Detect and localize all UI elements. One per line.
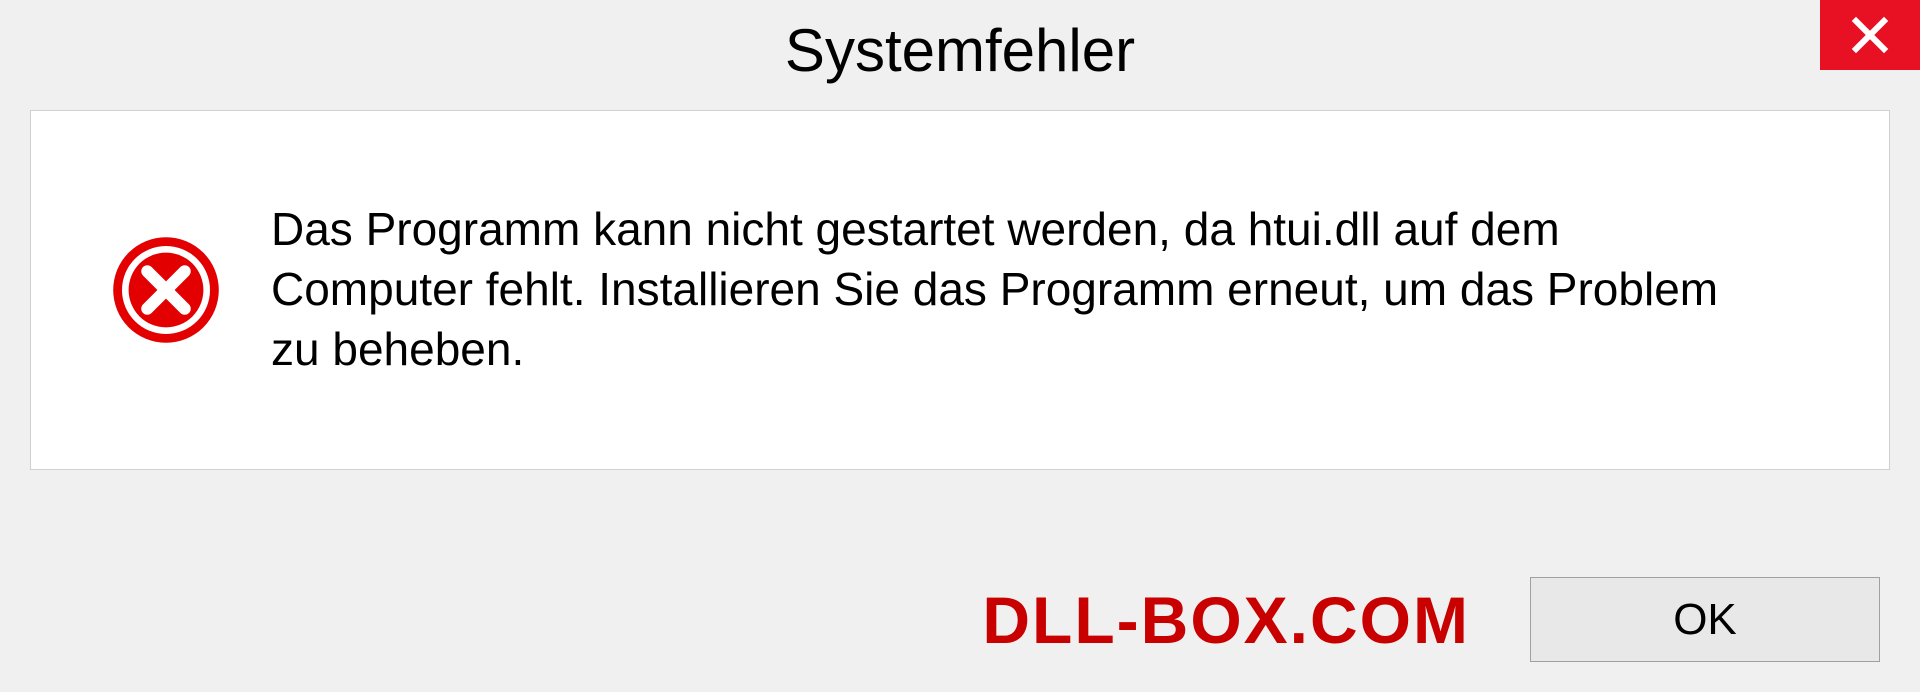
dialog-title: Systemfehler bbox=[785, 16, 1135, 85]
close-button[interactable] bbox=[1820, 0, 1920, 70]
watermark-text: DLL-BOX.COM bbox=[982, 582, 1470, 658]
title-bar: Systemfehler bbox=[0, 0, 1920, 100]
error-dialog: Systemfehler Das Programm kann nicht ges… bbox=[0, 0, 1920, 692]
close-icon bbox=[1850, 15, 1890, 55]
error-icon bbox=[111, 235, 221, 345]
error-message: Das Programm kann nicht gestartet werden… bbox=[271, 200, 1771, 379]
ok-button[interactable]: OK bbox=[1530, 577, 1880, 662]
content-panel: Das Programm kann nicht gestartet werden… bbox=[30, 110, 1890, 470]
dialog-footer: DLL-BOX.COM OK bbox=[0, 577, 1920, 662]
